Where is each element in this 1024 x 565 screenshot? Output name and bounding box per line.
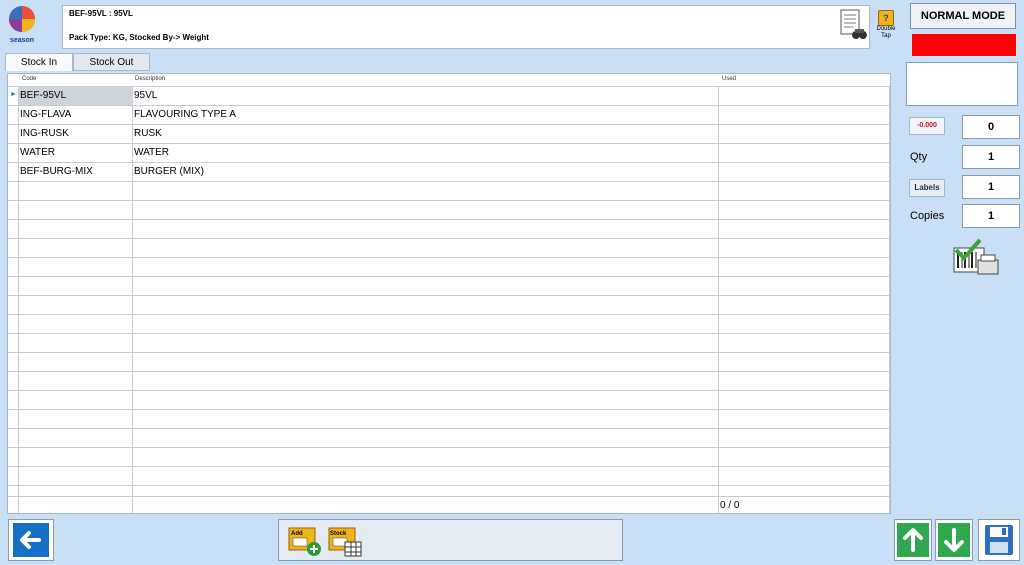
- action-panel: Add Stock: [278, 519, 623, 561]
- pack-type-info: Pack Type: KG, Stocked By-> Weight: [69, 33, 209, 42]
- move-down-button[interactable]: [935, 519, 973, 561]
- add-box-icon: Add: [288, 527, 321, 556]
- row-selector-icon: ►: [10, 91, 17, 98]
- logo-text: season: [10, 37, 34, 44]
- arrow-left-icon: [13, 523, 49, 557]
- status-indicator: [912, 34, 1016, 56]
- stock-label: Stock: [330, 531, 347, 537]
- column-header-description[interactable]: Description: [135, 76, 165, 82]
- ingredients-grid[interactable]: Code Description Used ► BEF-95VL 95VL IN…: [7, 73, 891, 514]
- product-title: BEF-95VL : 95VL: [69, 9, 133, 18]
- empty-row: [8, 429, 890, 448]
- empty-row: [8, 391, 890, 410]
- empty-row: [8, 372, 890, 391]
- message-box: [906, 62, 1018, 106]
- help-label: Double Tap: [876, 26, 896, 39]
- cell-description: RUSK: [134, 128, 162, 139]
- header-panel: BEF-95VL : 95VL Pack Type: KG, Stocked B…: [62, 5, 870, 49]
- grid-footer: 0 / 0: [8, 496, 890, 513]
- empty-row: [8, 315, 890, 334]
- empty-row: [8, 182, 890, 201]
- help-button[interactable]: ? Double Tap: [872, 8, 900, 50]
- column-header-used[interactable]: Used: [722, 76, 736, 82]
- arrow-up-icon: [897, 523, 929, 557]
- empty-row: [8, 448, 890, 467]
- table-row[interactable]: WATER WATER: [8, 144, 890, 163]
- mode-button[interactable]: NORMAL MODE: [910, 3, 1016, 29]
- cell-code: ING-RUSK: [20, 128, 69, 139]
- used-total: 0 / 0: [720, 500, 740, 511]
- cell-description: FLAVOURING TYPE A: [134, 109, 236, 120]
- cell-code: BEF-95VL: [20, 90, 67, 101]
- tab-stock-in[interactable]: Stock In: [5, 53, 73, 71]
- table-row[interactable]: ► BEF-95VL 95VL: [8, 87, 890, 106]
- column-header-code[interactable]: Code: [22, 76, 36, 82]
- labels-button[interactable]: Labels: [909, 179, 945, 197]
- floppy-disk-icon: [985, 525, 1013, 555]
- move-up-button[interactable]: [894, 519, 932, 561]
- cell-code: BEF-BURG-MIX: [20, 166, 93, 177]
- stock-button[interactable]: Stock: [327, 522, 363, 558]
- empty-row: [8, 201, 890, 220]
- empty-row: [8, 296, 890, 315]
- empty-row: [8, 334, 890, 353]
- weight-field[interactable]: 0: [962, 115, 1020, 139]
- table-row[interactable]: ING-FLAVA FLAVOURING TYPE A: [8, 106, 890, 125]
- back-button[interactable]: [8, 519, 54, 561]
- help-icon: ?: [878, 10, 894, 26]
- empty-row: [8, 258, 890, 277]
- stock-box-icon: Stock: [328, 527, 362, 557]
- empty-row: [8, 277, 890, 296]
- cell-code: ING-FLAVA: [20, 109, 72, 120]
- empty-row: [8, 467, 890, 486]
- copies-field[interactable]: 1: [962, 204, 1020, 228]
- cell-code: WATER: [20, 147, 55, 158]
- labels-field[interactable]: 1: [962, 175, 1020, 199]
- empty-row: [8, 410, 890, 429]
- add-ingredient-button[interactable]: Add: [287, 522, 323, 558]
- cell-description: 95VL: [134, 90, 158, 101]
- qty-field[interactable]: 1: [962, 145, 1020, 169]
- empty-row: [8, 353, 890, 372]
- save-button[interactable]: [978, 519, 1020, 561]
- empty-row: [8, 239, 890, 258]
- copies-label: Copies: [910, 210, 945, 222]
- document-search-icon[interactable]: [839, 9, 867, 43]
- grid-header: Code Description Used: [8, 74, 890, 87]
- add-label: Add: [291, 531, 303, 537]
- arrow-down-icon: [938, 523, 970, 557]
- table-row[interactable]: ING-RUSK RUSK: [8, 125, 890, 144]
- weight-value-button[interactable]: -0.000: [909, 117, 945, 135]
- cell-description: WATER: [134, 147, 169, 158]
- print-label-icon[interactable]: [950, 238, 1002, 280]
- qty-label: Qty: [910, 151, 928, 163]
- table-row[interactable]: BEF-BURG-MIX BURGER (MIX): [8, 163, 890, 182]
- empty-row: [8, 220, 890, 239]
- cell-description: BURGER (MIX): [134, 166, 204, 177]
- season-logo: season: [4, 4, 40, 44]
- tab-stock-out[interactable]: Stock Out: [73, 53, 150, 71]
